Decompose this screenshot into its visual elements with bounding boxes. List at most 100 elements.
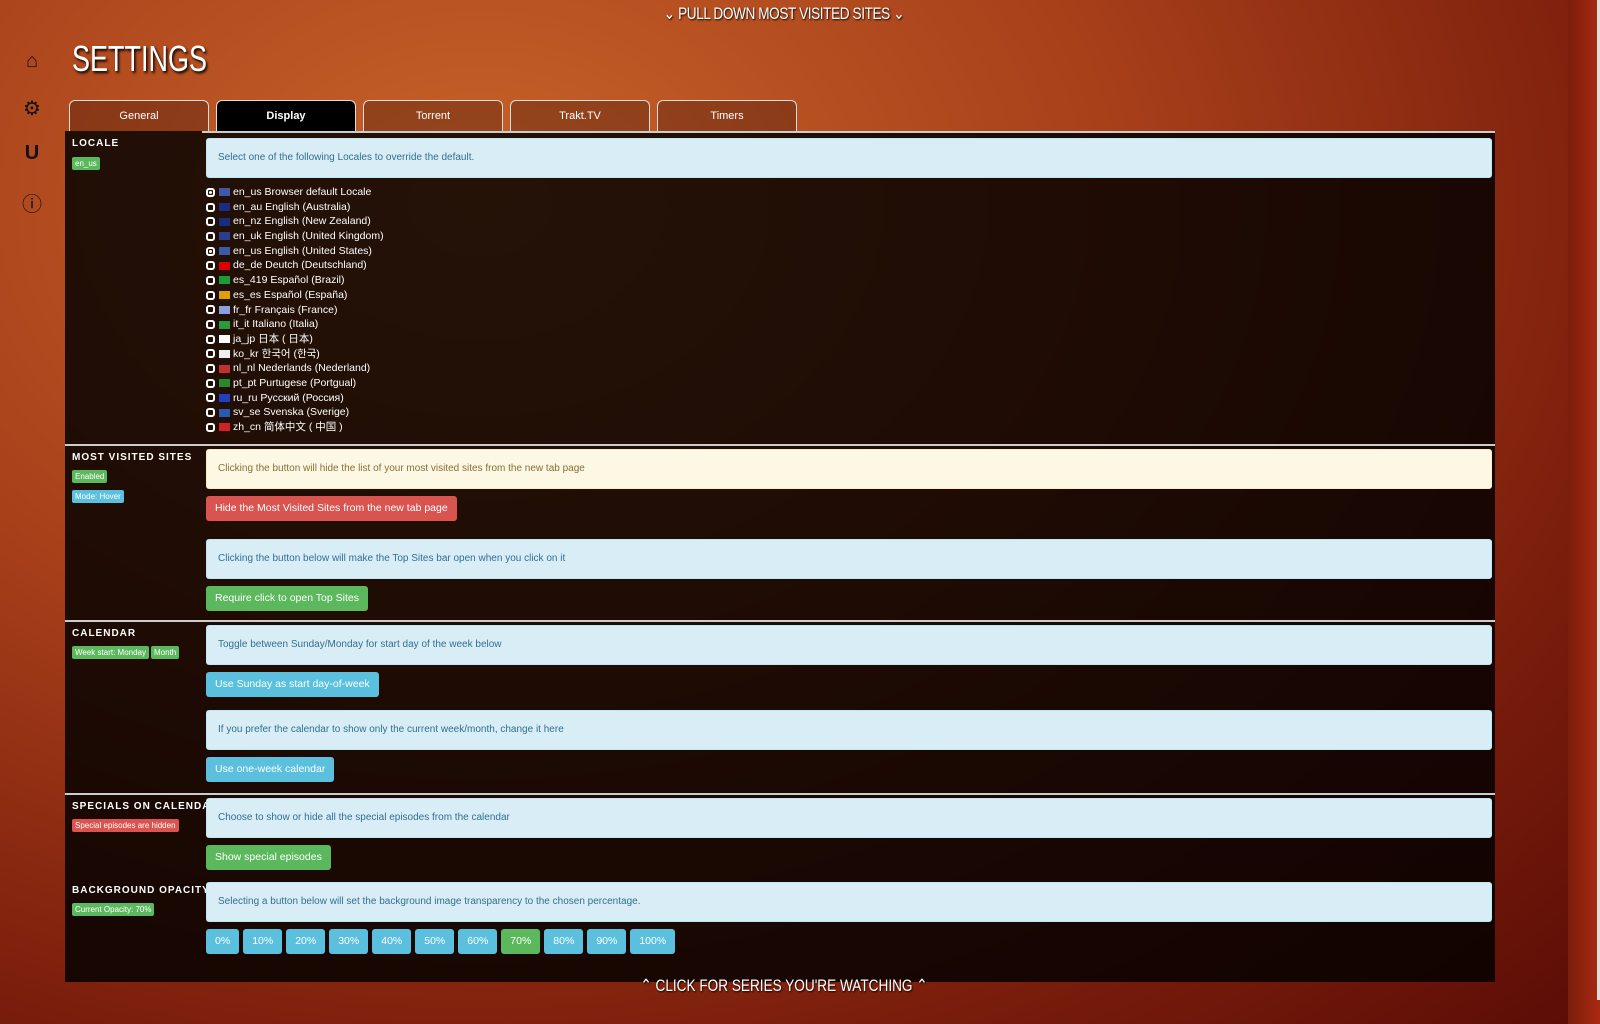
opacity-option-button[interactable]: 20% [286, 929, 326, 954]
opacity-option-button[interactable]: 30% [329, 929, 369, 954]
radio-button[interactable] [206, 422, 215, 432]
locale-option-label: sv_se Svenska (Sverige) [233, 406, 350, 419]
tab-torrent[interactable]: Torrent [363, 100, 503, 131]
radio-button[interactable] [206, 334, 215, 344]
radio-button[interactable] [206, 408, 215, 418]
locale-option-label: es_419 Español (Brazil) [233, 274, 345, 287]
locale-option[interactable]: it_it Italiano (Italia) [206, 317, 1492, 332]
locale-option[interactable]: en_us Browser default Locale [206, 185, 1492, 200]
radio-button[interactable] [206, 202, 215, 212]
opacity-badge: Current Opacity: 70% [72, 903, 155, 916]
section-label: BACKGROUND OPACITY [72, 885, 210, 896]
magnet-icon[interactable]: U [20, 142, 44, 188]
radio-button[interactable] [206, 261, 215, 271]
locale-option[interactable]: sv_se Svenska (Sverige) [206, 405, 1492, 420]
radio-button[interactable] [206, 246, 215, 256]
settings-panel: LOCALE en_us Select one of the following… [65, 131, 1495, 982]
radio-button[interactable] [206, 217, 215, 227]
specials-section: SPECIALS ON CALENDAR Special episodes ar… [65, 793, 1495, 879]
locale-option-label: ko_kr 한국어 (한국) [233, 347, 320, 360]
locale-info: Select one of the following Locales to o… [206, 138, 1492, 178]
chevron-down-icon: ⌄ [663, 4, 679, 23]
locale-option[interactable]: es_419 Español (Brazil) [206, 273, 1492, 288]
series-watching-bar[interactable]: ⌃ CLICK FOR SERIES YOU'RE WATCHING ⌃ [157, 976, 1411, 996]
top-sites-info: Clicking the button below will make the … [206, 539, 1492, 579]
opacity-option-button[interactable]: 60% [458, 929, 498, 954]
locale-option[interactable]: zh_cn 简体中文 ( 中国 ) [206, 420, 1492, 435]
one-week-calendar-button[interactable]: Use one-week calendar [206, 757, 335, 782]
most-visited-warning: Clicking the button will hide the list o… [206, 449, 1492, 489]
tab-trakt[interactable]: Trakt.TV [510, 100, 650, 131]
locale-option-label: it_it Italiano (Italia) [233, 318, 319, 331]
opacity-option-button[interactable]: 10% [243, 929, 283, 954]
radio-button[interactable] [206, 275, 215, 285]
radio-button[interactable] [206, 349, 215, 359]
opacity-option-button[interactable]: 80% [544, 929, 584, 954]
tab-general[interactable]: General [69, 100, 209, 131]
locale-option-label: pt_pt Purtugese (Portgual) [233, 376, 357, 389]
flag-icon [219, 408, 230, 417]
opacity-option-button[interactable]: 50% [415, 929, 455, 954]
locale-option[interactable]: en_uk English (United Kingdom) [206, 229, 1492, 244]
locale-option-label: ja_jp 日本 ( 日本) [233, 332, 313, 345]
locale-option-label: fr_fr Français (France) [233, 303, 338, 316]
opacity-option-button[interactable]: 70% [501, 929, 541, 954]
flag-icon [219, 393, 230, 402]
opacity-option-button[interactable]: 40% [372, 929, 412, 954]
radio-button[interactable] [206, 187, 215, 197]
calendar-view-info: If you prefer the calendar to show only … [206, 710, 1492, 750]
locale-option-label: en_us English (United States) [233, 244, 372, 257]
require-click-button[interactable]: Require click to open Top Sites [206, 586, 368, 611]
radio-button[interactable] [206, 290, 215, 300]
specials-info: Choose to show or hide all the special e… [206, 798, 1492, 838]
locale-option[interactable]: ko_kr 한국어 (한국) [206, 347, 1492, 362]
locale-option[interactable]: fr_fr Français (France) [206, 303, 1492, 318]
chevron-down-icon: ⌄ [889, 4, 905, 23]
home-icon[interactable]: ⌂ [20, 50, 44, 96]
locale-option[interactable]: en_us English (United States) [206, 244, 1492, 259]
section-label: SPECIALS ON CALENDAR [72, 801, 219, 812]
locale-option[interactable]: pt_pt Purtugese (Portgual) [206, 376, 1492, 391]
locale-option[interactable]: en_au English (Australia) [206, 200, 1492, 215]
flag-icon [219, 261, 230, 270]
radio-button[interactable] [206, 320, 215, 330]
flag-icon [219, 188, 230, 197]
opacity-option-button[interactable]: 100% [630, 929, 676, 954]
pull-down-most-visited[interactable]: ⌄ PULL DOWN MOST VISITED SITES ⌄ [157, 4, 1411, 24]
tab-display[interactable]: Display [216, 100, 356, 131]
locale-option[interactable]: nl_nl Nederlands (Nederland) [206, 361, 1492, 376]
locale-section: LOCALE en_us Select one of the following… [65, 131, 1495, 443]
radio-button[interactable] [206, 378, 215, 388]
radio-button[interactable] [206, 393, 215, 403]
tab-timers[interactable]: Timers [657, 100, 797, 131]
radio-button[interactable] [206, 305, 215, 315]
locale-option[interactable]: es_es Español (España) [206, 288, 1492, 303]
section-label: CALENDAR [72, 628, 137, 639]
calendar-section: CALENDAR Week start: Monday Month Toggle … [65, 620, 1495, 794]
locale-option-label: de_de Deutch (Deutschland) [233, 259, 367, 272]
calendar-start-info: Toggle between Sunday/Monday for start d… [206, 625, 1492, 665]
locale-option-label: en_uk English (United Kingdom) [233, 230, 384, 243]
section-label: LOCALE [72, 138, 120, 149]
locale-list: en_us Browser default Locale en_au Englis… [206, 185, 1492, 435]
flag-icon [219, 335, 230, 344]
hide-most-visited-button[interactable]: Hide the Most Visited Sites from the new… [206, 496, 457, 521]
locale-option[interactable]: en_nz English (New Zealand) [206, 214, 1492, 229]
section-label: MOST VISITED SITES [72, 452, 193, 463]
show-specials-button[interactable]: Show special episodes [206, 845, 331, 870]
locale-option-label: es_es Español (España) [233, 288, 348, 301]
radio-button[interactable] [206, 231, 215, 241]
gear-icon[interactable]: ⚙ [20, 96, 44, 142]
opacity-option-button[interactable]: 0% [206, 929, 240, 954]
locale-option[interactable]: ru_ru Русский (Россия) [206, 391, 1492, 406]
locale-option-label: en_au English (Australia) [233, 200, 351, 213]
locale-option[interactable]: de_de Deutch (Deutschland) [206, 258, 1492, 273]
info-icon[interactable]: ⓘ [20, 188, 44, 234]
status-badge: Enabled [72, 470, 108, 483]
opacity-option-button[interactable]: 90% [587, 929, 627, 954]
use-sunday-button[interactable]: Use Sunday as start day-of-week [206, 672, 379, 697]
scrollbar[interactable] [1568, 0, 1600, 1024]
flag-icon [219, 423, 230, 432]
locale-option[interactable]: ja_jp 日本 ( 日本) [206, 332, 1492, 347]
radio-button[interactable] [206, 364, 215, 374]
